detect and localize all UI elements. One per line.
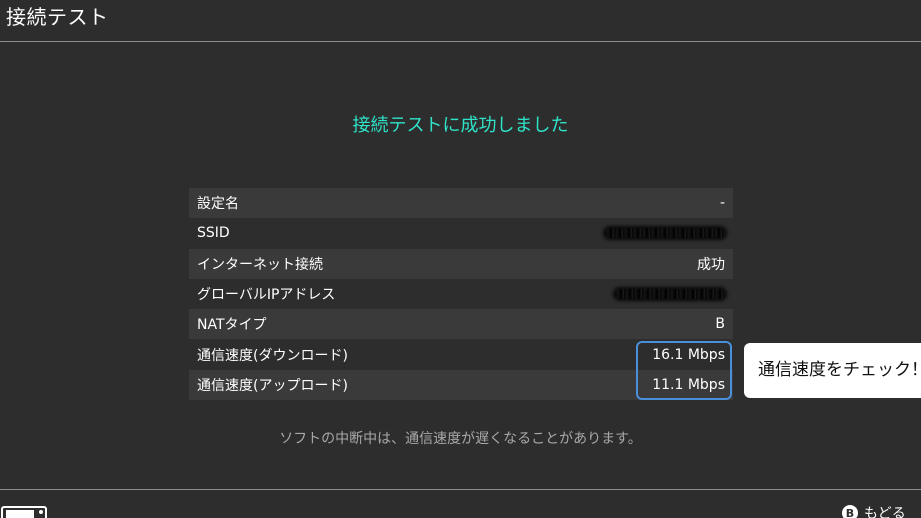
speed-note: ソフトの中断中は、通信速度が遅くなることがあります。 (279, 431, 642, 447)
global-ip-label: グローバルIPアドレス (197, 287, 336, 304)
table-row: 設定名 - (189, 188, 733, 219)
ssid-value-redacted (605, 228, 725, 239)
console-icon (1, 506, 47, 518)
table-row: インターネット接続 成功 (189, 248, 733, 279)
table-row: グローバルIPアドレス (189, 279, 733, 309)
connection-test-screen: 接続テスト 接続テストに成功しました 設定名 - SSID インターネット接続 … (0, 0, 921, 518)
back-button[interactable]: B もどる (842, 503, 906, 518)
result-message: 接続テストに成功しました (352, 115, 569, 136)
global-ip-value-redacted (615, 289, 725, 300)
speed-highlight-box (636, 341, 732, 400)
setting-name-value: - (719, 195, 725, 212)
internet-connection-value: 成功 (697, 256, 725, 273)
download-speed-label: 通信速度(ダウンロード) (197, 347, 348, 364)
footer-divider (0, 489, 921, 490)
upload-speed-label: 通信速度(アップロード) (197, 377, 348, 394)
b-button-icon: B (842, 505, 858, 518)
setting-name-label: 設定名 (197, 196, 239, 213)
internet-connection-label: インターネット接続 (197, 256, 323, 273)
table-row: NATタイプ B (189, 309, 733, 340)
header-divider (0, 41, 921, 42)
nat-type-label: NATタイプ (197, 317, 267, 334)
back-label: もどる (864, 506, 906, 518)
ssid-label: SSID (197, 225, 230, 242)
page-title: 接続テスト (6, 5, 109, 29)
speed-callout: 通信速度をチェック！ (744, 343, 921, 398)
table-row: SSID (189, 218, 733, 248)
nat-type-value: B (715, 316, 725, 333)
